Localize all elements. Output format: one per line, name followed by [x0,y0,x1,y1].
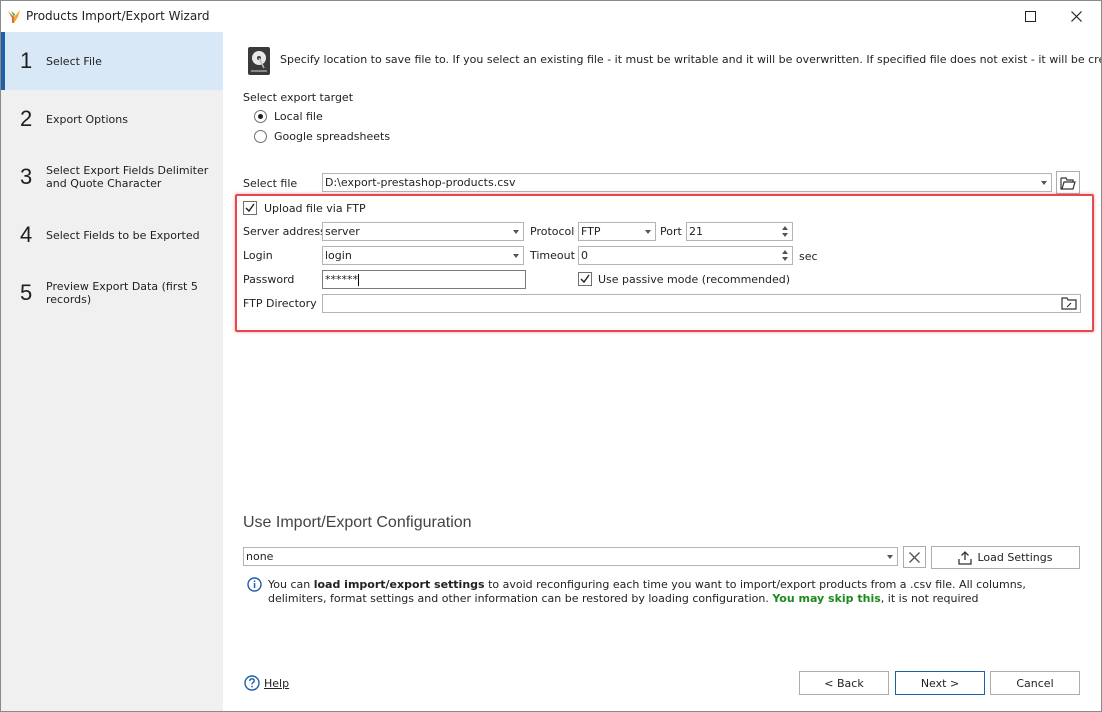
google-spreadsheets-label: Google spreadsheets [274,130,391,143]
server-address-combobox[interactable]: server [322,222,524,241]
step-preview[interactable]: 5 Preview Export Data (first 5 records) [1,264,223,322]
config-info-text: You can load import/export settings to a… [268,578,1073,606]
passive-mode-label: Use passive mode (recommended) [598,273,791,286]
upload-ftp-checkbox[interactable] [243,201,257,215]
password-value: ****** [325,273,358,286]
cancel-label: Cancel [1016,676,1054,690]
local-file-label: Local file [274,110,323,123]
protocol-label: Protocol [530,225,575,238]
check-icon [245,203,255,213]
select-file-combobox[interactable]: D:\export-prestashop-products.csv [322,173,1052,192]
upload-ftp-label: Upload file via FTP [264,202,366,215]
info-text-bold: load import/export settings [313,578,485,591]
export-target-label: Select export target [243,91,354,104]
back-label: < Back [824,676,864,690]
browse-file-button[interactable] [1056,171,1080,194]
title-bar: Products Import/Export Wizard [1,1,1101,32]
folder-icon [1061,297,1077,310]
browse-ftp-directory-button[interactable] [1059,295,1079,312]
protocol-select[interactable]: FTP [578,222,656,241]
timeout-spinner[interactable]: 0 [578,246,793,265]
info-text-part: , it is not required [880,592,979,605]
step-select-file[interactable]: 1 Select File [1,32,223,90]
chevron-down-icon [1041,181,1047,185]
config-combobox[interactable]: none [243,547,898,566]
upload-icon [958,550,973,565]
info-text-part: You can [268,578,314,591]
chevron-down-icon [513,254,519,258]
step-number: 5 [20,280,33,305]
chevron-down-icon [513,230,519,234]
timeout-unit: sec [799,250,818,263]
step-number: 4 [20,222,33,247]
password-label: Password [243,273,295,286]
wizard-window: Products Import/Export Wizard 1 Select F… [0,0,1102,712]
next-button[interactable]: Next > [895,671,985,695]
spinner-arrows-icon[interactable] [781,248,790,263]
login-value: login [325,249,352,262]
step-select-fields[interactable]: 4 Select Fields to be Exported [1,206,223,264]
back-button[interactable]: < Back [799,671,889,695]
password-input[interactable]: ****** [322,270,526,289]
config-section-title: Use Import/Export Configuration [243,514,472,531]
step-number: 2 [20,106,33,131]
timeout-label: Timeout [530,249,575,262]
port-spinner[interactable]: 21 [686,222,793,241]
select-file-value: D:\export-prestashop-products.csv [325,176,516,189]
passive-mode-checkbox[interactable] [578,272,592,286]
folder-open-icon [1060,176,1076,190]
port-label: Port [660,225,682,238]
main-panel: Specify location to save file to. If you… [223,32,1102,711]
load-settings-button[interactable]: Load Settings [931,546,1080,569]
config-value: none [246,550,274,563]
ftp-directory-input[interactable] [322,294,1081,313]
step-label: Select File [46,54,102,68]
app-logo-icon [8,10,20,23]
next-label: Next > [920,676,960,690]
port-value: 21 [689,225,703,238]
spinner-arrows-icon[interactable] [781,224,790,239]
step-export-options[interactable]: 2 Export Options [1,90,223,148]
close-icon [909,551,920,563]
help-link[interactable]: Help [264,677,289,690]
intro-text: Specify location to save file to. If you… [280,53,1102,66]
login-label: Login [243,249,273,262]
window-title: Products Import/Export Wizard [26,9,210,23]
step-label: Select Fields to be Exported [46,228,200,242]
chevron-down-icon [645,230,651,234]
maximize-button[interactable] [1007,1,1053,32]
cancel-button[interactable]: Cancel [990,671,1080,695]
protocol-value: FTP [581,225,601,238]
step-number: 1 [20,48,33,73]
help-icon[interactable] [244,675,260,691]
text-cursor [358,274,359,286]
ftp-directory-label: FTP Directory [243,297,317,310]
close-icon [1070,11,1082,22]
timeout-value: 0 [581,249,588,262]
clear-config-button[interactable] [903,546,926,568]
skip-hint: You may skip this [772,592,881,605]
step-label: Export Options [46,112,128,126]
close-window-button[interactable] [1053,1,1099,32]
check-icon [580,274,590,284]
server-address-label: Server address [243,225,326,238]
chevron-down-icon [887,555,893,559]
step-delimiter[interactable]: 3 Select Export Fields Delimiter and Quo… [1,148,223,206]
step-label: Preview Export Data (first 5 records) [46,280,198,306]
local-file-radio[interactable] [254,110,267,123]
info-icon [247,577,262,592]
select-file-label: Select file [243,177,298,190]
google-spreadsheets-radio[interactable] [254,130,267,143]
load-settings-label: Load Settings [977,551,1053,564]
hard-disk-icon [248,47,270,75]
step-number: 3 [20,164,33,189]
login-combobox[interactable]: login [322,246,524,265]
wizard-steps-sidebar: 1 Select File 2 Export Options 3 Select … [1,32,223,711]
server-address-value: server [325,225,360,238]
maximize-icon [1024,11,1036,22]
step-label: Select Export Fields Delimiter and Quote… [46,164,209,190]
